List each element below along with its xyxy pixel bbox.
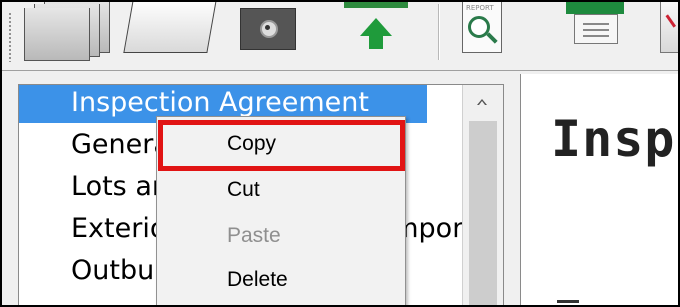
toolbar: REPORT (2, 2, 678, 71)
tree-scrollbar[interactable] (462, 85, 503, 305)
content-title: Insp (551, 110, 676, 168)
app-window: REPORT Inspection Agreement General Lots… (0, 0, 680, 307)
menu-item-delete[interactable]: Delete (157, 259, 405, 301)
camera-button[interactable] (238, 2, 298, 60)
export-button[interactable] (654, 2, 678, 62)
content-dash (557, 300, 579, 303)
blank-sheet-icon (123, 2, 217, 53)
toolbar-grip[interactable] (8, 12, 12, 62)
report-search-button[interactable]: REPORT (460, 2, 506, 62)
scroll-up-arrow-icon[interactable] (477, 99, 487, 105)
menu-item-copy[interactable]: Copy (157, 123, 405, 165)
menu-item-cut[interactable]: Cut (157, 169, 405, 211)
blank-sheet-button[interactable] (123, 2, 220, 62)
context-menu: Copy Cut Paste Delete (156, 116, 406, 305)
upload-button[interactable] (340, 2, 416, 62)
pages-stack-button[interactable] (24, 2, 110, 62)
print-button[interactable] (562, 2, 628, 62)
content-pane: Insp (520, 74, 678, 305)
menu-item-paste: Paste (227, 224, 281, 247)
report-icon-label: REPORT (466, 4, 494, 12)
scrollbar-thumb[interactable] (469, 121, 497, 305)
